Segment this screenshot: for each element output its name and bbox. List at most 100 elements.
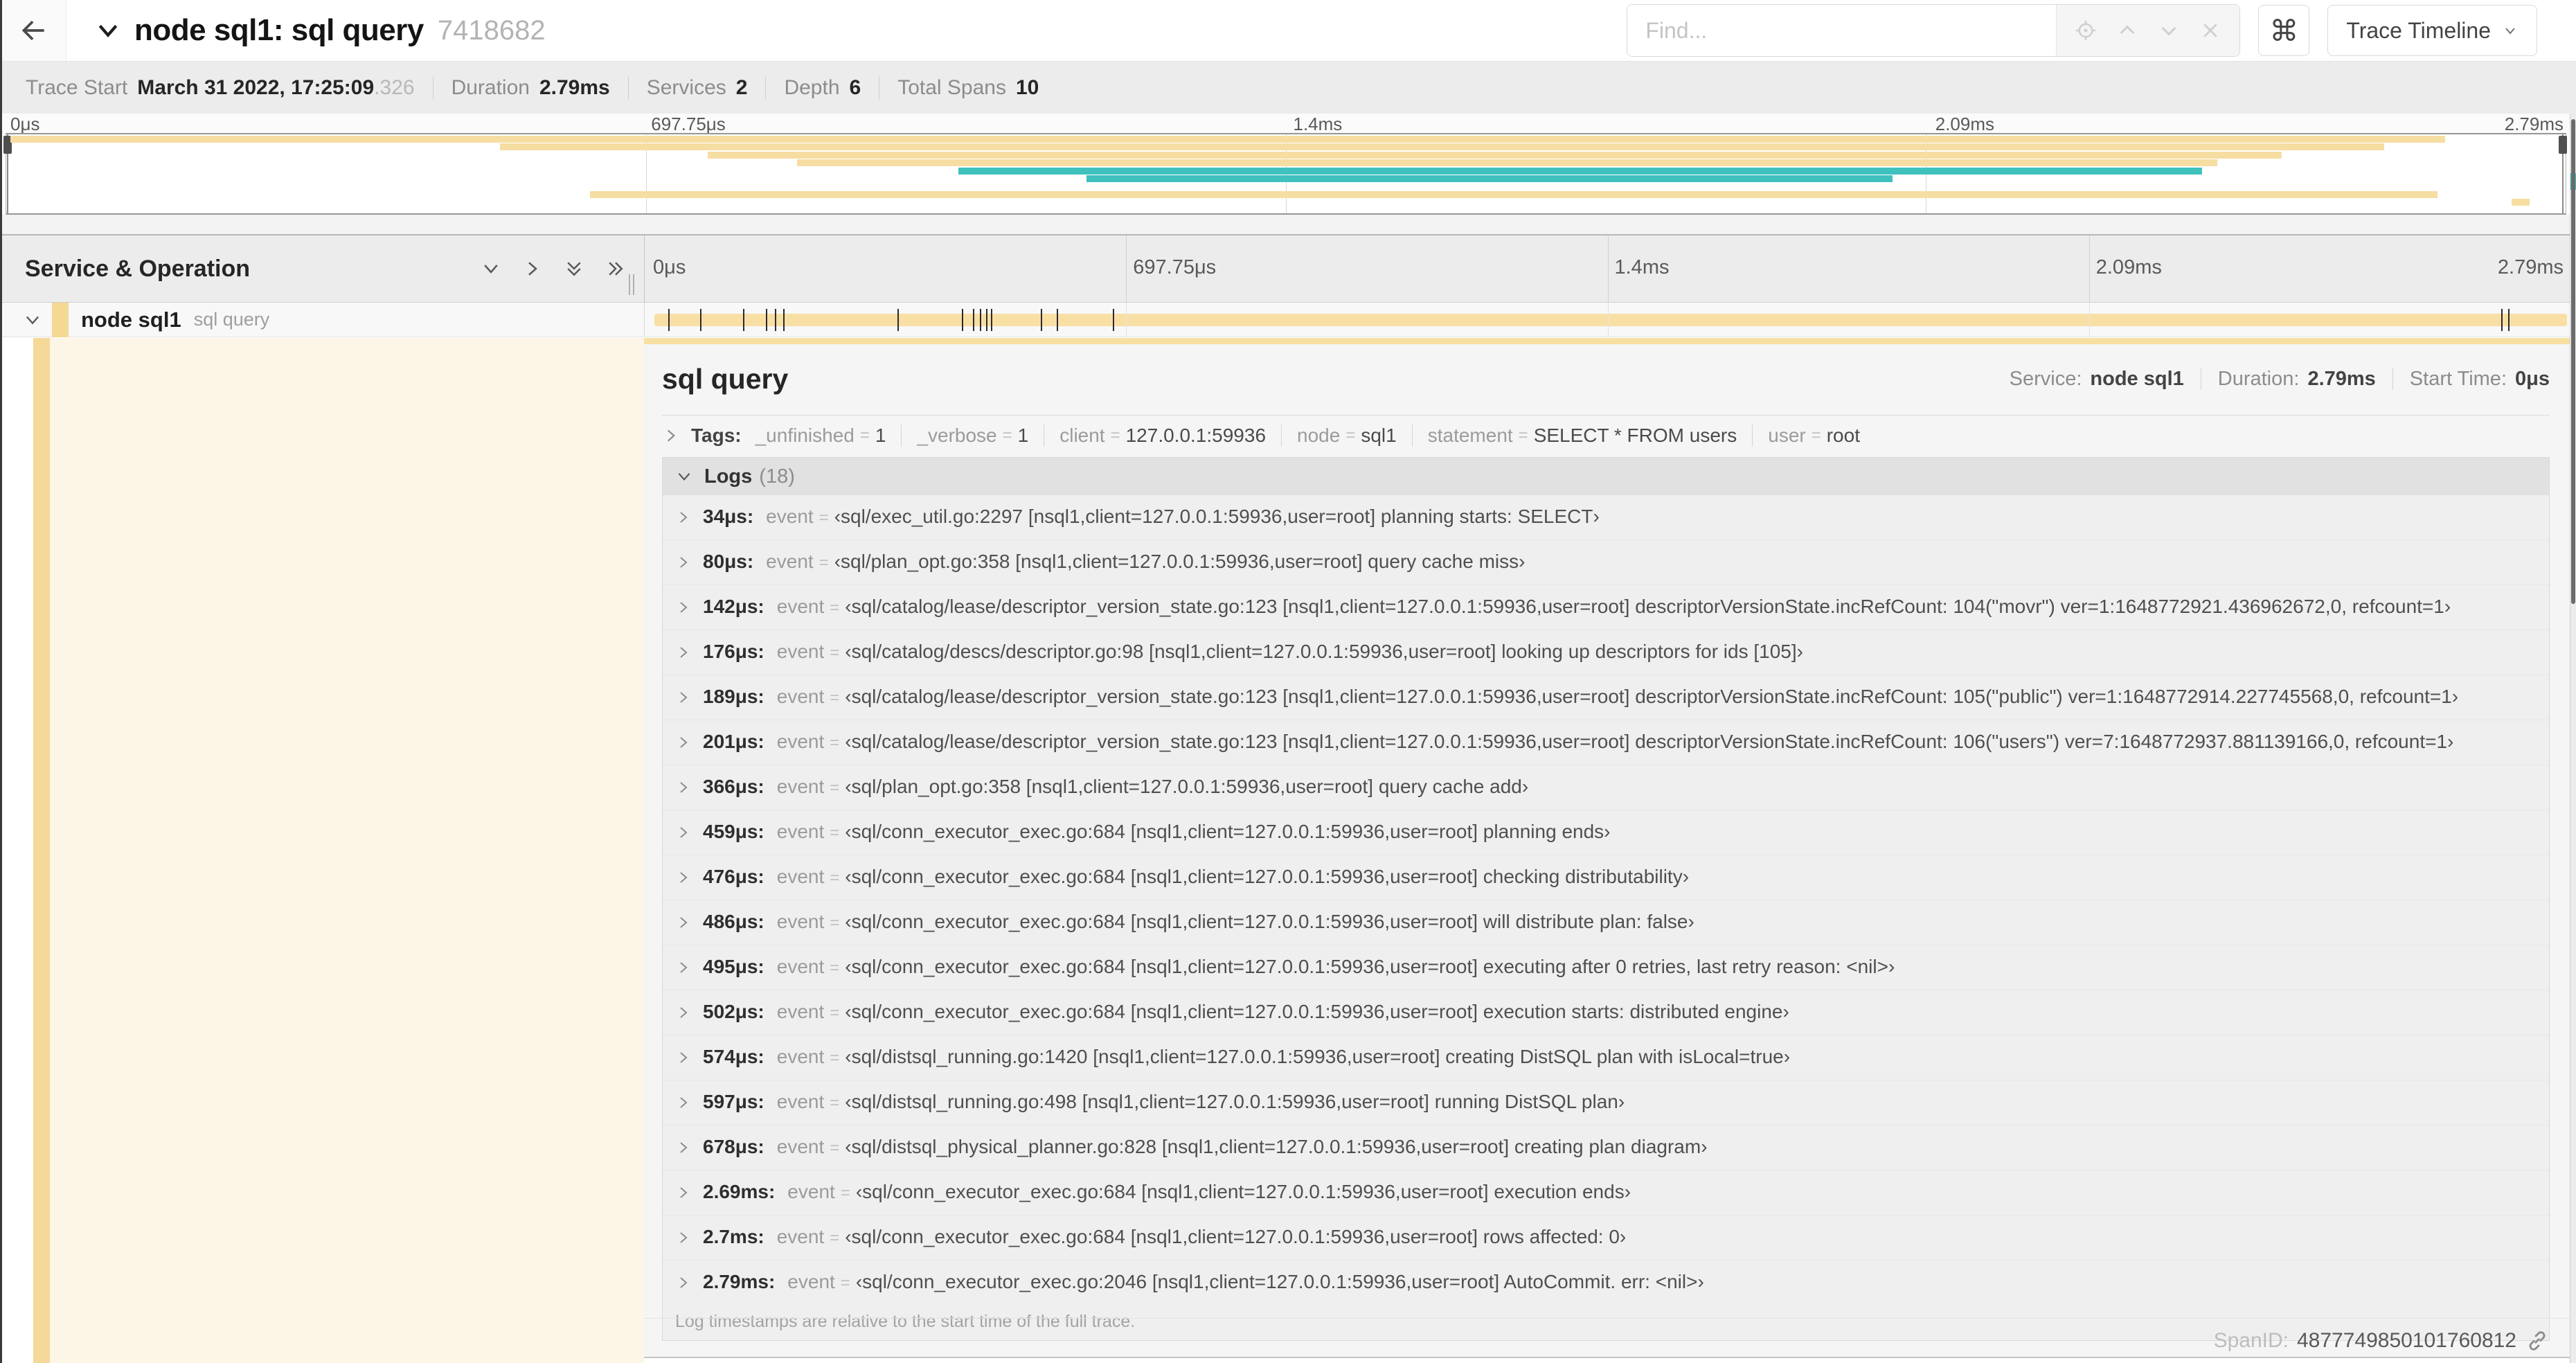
log-timestamp: 201μs:	[703, 731, 764, 752]
log-field-equals: =	[830, 1229, 840, 1247]
log-field-equals: =	[830, 1139, 840, 1157]
log-row[interactable]: 678μs: event = ‹sql/distsql_physical_planne…	[663, 1125, 2549, 1170]
chevron-right-icon	[675, 734, 692, 751]
minimap-span-bar	[589, 190, 2438, 198]
detail-meta-label: Start Time:	[2409, 367, 2507, 390]
span-detail-header: sql query Service: node sql1 Duration: 2.79…	[662, 354, 2550, 404]
log-field-value: ‹sql/plan_opt.go:358 [nsql1,client=127.0…	[845, 776, 1529, 797]
log-row[interactable]: 597μs: event = ‹sql/distsql_running.go:498 …	[663, 1080, 2549, 1125]
log-field-value: ‹sql/exec_util.go:2297 [nsql1,client=127…	[834, 506, 1600, 527]
trace-summary-item: Depth 6	[784, 76, 861, 100]
page-scrollbar[interactable]	[2570, 114, 2576, 1363]
log-field-value: ‹sql/conn_executor_exec.go:2046 [nsql1,c…	[855, 1271, 1704, 1292]
tags-row[interactable]: Tags: _unfinished = 1 _verbose = 1 client = 127.…	[662, 416, 2550, 456]
log-tick-marker	[668, 309, 670, 331]
log-row[interactable]: 80μs: event = ‹sql/plan_opt.go:358 [nsql1,c…	[663, 540, 2549, 585]
trace-summary-value: 10	[1015, 76, 1039, 99]
spanid-label: SpanID:	[2213, 1329, 2289, 1352]
back-button[interactable]	[2, 0, 66, 61]
log-row[interactable]: 2.7ms: event = ‹sql/conn_executor_exec.go:6…	[663, 1215, 2549, 1260]
chevron-right-icon	[675, 869, 692, 886]
timeline-tick-label: 1.4ms	[1293, 114, 1343, 134]
timeline-tick-label: 2.79ms	[2497, 256, 2564, 278]
log-row[interactable]: 34μs: event = ‹sql/exec_util.go:2297 [nsql1…	[663, 495, 2549, 540]
log-field-value: ‹sql/conn_executor_exec.go:684 [nsql1,cl…	[845, 821, 1611, 842]
log-field-key: event	[776, 1091, 825, 1112]
span-detail-meta: Service: node sql1 Duration: 2.79ms Start Ti…	[2010, 368, 2550, 391]
log-field-key: event	[787, 1181, 835, 1202]
focus-match-button[interactable]	[2068, 12, 2104, 48]
log-row[interactable]: 486μs: event = ‹sql/conn_executor_exec.go:6…	[663, 900, 2549, 945]
top-bar: node sql1: sql query 7418682 Find... ⌘ T…	[2, 0, 2576, 61]
span-row-name-cell[interactable]: node sql1 sql query	[2, 302, 644, 337]
log-row[interactable]: 2.79ms: event = ‹sql/conn_executor_exec.go:…	[663, 1260, 2549, 1305]
log-timestamp: 678μs:	[703, 1136, 764, 1157]
find-input[interactable]	[1627, 5, 2057, 56]
trace-view-selector[interactable]: Trace Timeline	[2327, 5, 2537, 56]
log-field-equals: =	[830, 868, 840, 887]
log-field-key: event	[766, 551, 814, 572]
expand-one-button[interactable]	[522, 258, 543, 279]
log-row[interactable]: 459μs: event = ‹sql/conn_executor_exec.go:6…	[663, 810, 2549, 855]
next-result-button[interactable]	[2151, 12, 2187, 48]
log-tick-marker	[775, 309, 777, 331]
trace-summary-value: 6	[849, 76, 861, 99]
span-row-timeline[interactable]	[644, 303, 2570, 337]
logs-header[interactable]: Logs (18)	[663, 458, 2549, 495]
log-tick-marker	[986, 309, 988, 331]
collapse-trace-chevron[interactable]	[94, 17, 122, 44]
tag-equals: =	[1518, 426, 1528, 445]
span-collapse-chevron[interactable]	[23, 310, 42, 330]
log-tick-marker	[1057, 309, 1059, 331]
log-timestamp: 80μs:	[703, 551, 754, 572]
divider	[765, 76, 767, 100]
log-row[interactable]: 176μs: event = ‹sql/catalog/descs/descripto…	[663, 630, 2549, 675]
log-field-equals: =	[819, 508, 829, 527]
divider	[1752, 425, 1753, 447]
span-duration-bar[interactable]	[654, 314, 2567, 326]
log-field-value: ‹sql/catalog/lease/descriptor_version_st…	[845, 596, 2451, 617]
scrollbar-thumb[interactable]	[2571, 119, 2575, 604]
log-timestamp: 2.7ms:	[703, 1226, 764, 1247]
log-timestamp: 176μs:	[703, 641, 764, 662]
close-icon	[2203, 24, 2218, 37]
collapse-deep-button[interactable]	[564, 258, 584, 279]
prev-result-button[interactable]	[2109, 12, 2145, 48]
tag-key: statement	[1427, 425, 1513, 446]
chevron-right-icon	[675, 779, 692, 796]
log-field-value: ‹sql/distsql_running.go:1420 [nsql1,clie…	[845, 1046, 1791, 1067]
log-row[interactable]: 366μs: event = ‹sql/plan_opt.go:358 [nsql1,…	[663, 765, 2549, 810]
log-row[interactable]: 574μs: event = ‹sql/distsql_running.go:1420…	[663, 1035, 2549, 1080]
log-field-key: event	[776, 596, 825, 617]
minimap-right-scrubber-handle[interactable]	[2559, 136, 2567, 154]
span-row[interactable]: node sql1 sql query	[2, 302, 2570, 337]
log-field-value: ‹sql/catalog/lease/descriptor_version_st…	[845, 686, 2459, 707]
log-field-key: event	[776, 1136, 825, 1157]
log-field-equals: =	[840, 1274, 850, 1292]
log-row[interactable]: 189μs: event = ‹sql/catalog/lease/descripto…	[663, 675, 2549, 720]
column-resizer-grip[interactable]	[629, 274, 638, 295]
trace-minimap[interactable]	[3, 133, 2567, 215]
log-row[interactable]: 502μs: event = ‹sql/conn_executor_exec.go:6…	[663, 990, 2549, 1035]
expand-all-button[interactable]	[605, 258, 626, 279]
chevron-right-icon	[528, 262, 537, 276]
log-row[interactable]: 201μs: event = ‹sql/catalog/lease/descripto…	[663, 720, 2549, 765]
collapse-all-button[interactable]	[481, 258, 501, 279]
log-row[interactable]: 2.69ms: event = ‹sql/conn_executor_exec.go:…	[663, 1170, 2549, 1215]
tags-label: Tags:	[691, 425, 742, 446]
log-field-equals: =	[830, 823, 840, 842]
deep-link-icon[interactable]	[2525, 1328, 2550, 1353]
log-row[interactable]: 476μs: event = ‹sql/conn_executor_exec.go:6…	[663, 855, 2549, 900]
log-timestamp: 142μs:	[703, 596, 764, 617]
log-row[interactable]: 495μs: event = ‹sql/conn_executor_exec.go:6…	[663, 945, 2549, 990]
trace-summary-bar: Trace Start March 31 2022, 17:25:09.326 Du…	[2, 61, 2576, 114]
trace-summary-label: Services	[646, 76, 726, 99]
log-field-value: ‹sql/conn_executor_exec.go:684 [nsql1,cl…	[855, 1181, 1631, 1202]
chevron-down-icon	[2502, 22, 2519, 39]
chevron-right-icon	[675, 1229, 692, 1246]
log-row[interactable]: 142μs: event = ‹sql/catalog/lease/descripto…	[663, 585, 2549, 630]
keyboard-shortcuts-button[interactable]: ⌘	[2258, 5, 2310, 56]
log-timestamp: 502μs:	[703, 1001, 764, 1022]
clear-search-button[interactable]	[2192, 12, 2228, 48]
log-field-key: event	[776, 866, 825, 887]
